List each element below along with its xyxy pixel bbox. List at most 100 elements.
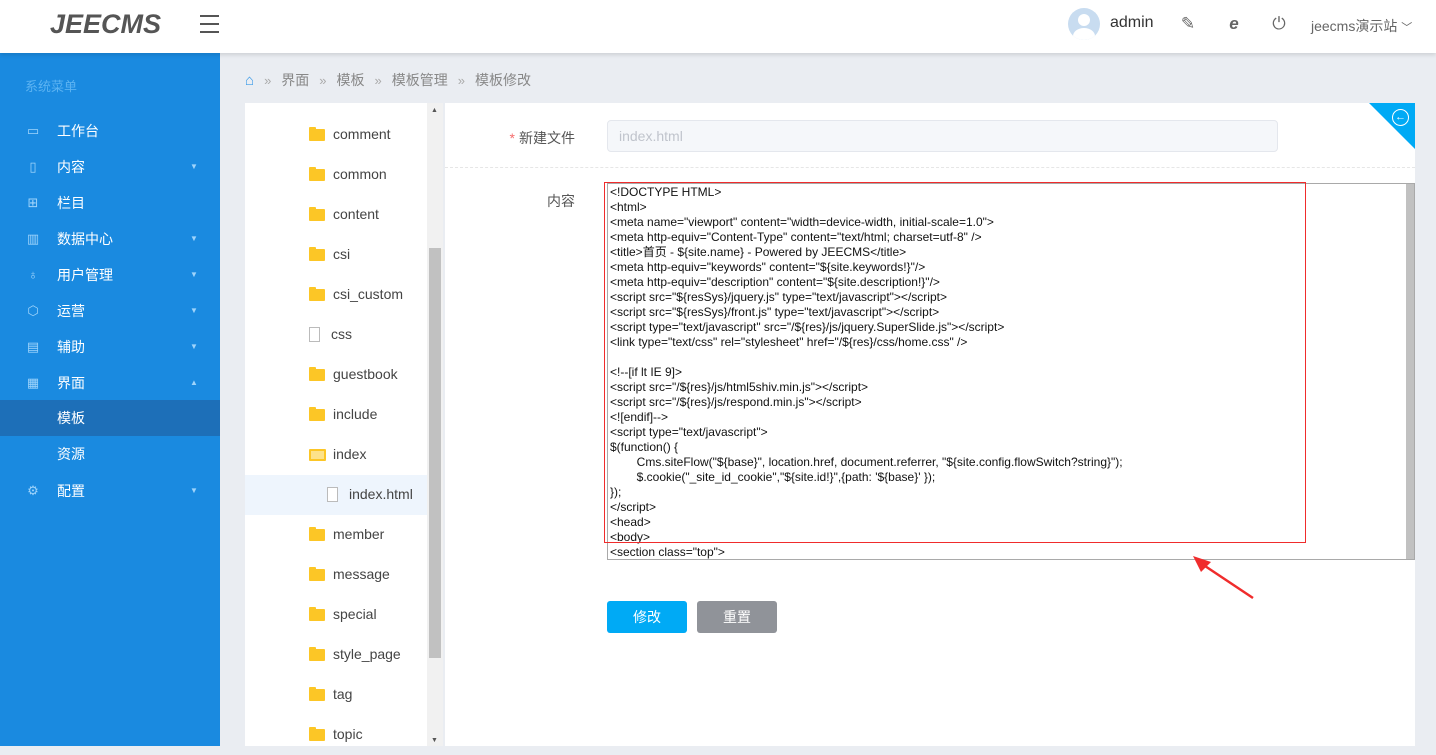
content-label: 内容 (547, 193, 575, 209)
tree-item-label: guestbook (333, 366, 398, 382)
divider (445, 167, 1415, 168)
breadcrumb: ⌂ » 界面 » 模板 » 模板管理 » 模板修改 (245, 70, 531, 90)
tree-item-label: csi (333, 246, 351, 262)
tree-item[interactable]: index (245, 435, 427, 475)
tree-item-label: message (333, 566, 390, 582)
username[interactable]: admin (1110, 14, 1154, 32)
sidebar-item[interactable]: ▯ 内容 ▼ (0, 149, 220, 185)
tree-item[interactable]: comment (245, 115, 427, 155)
back-arrow-icon[interactable]: ← (1392, 109, 1409, 126)
user-edit-icon[interactable]: ✎ (1178, 14, 1198, 34)
folder-icon (309, 687, 325, 701)
folder-open-icon (309, 449, 326, 461)
sidebar-item-label: 资源 (57, 446, 85, 462)
folder-icon (309, 127, 325, 141)
sidebar-item[interactable]: ⊞ 栏目 (0, 185, 220, 221)
breadcrumb-item[interactable]: 模板 (337, 70, 365, 90)
tree-item-label: index (333, 446, 367, 462)
folder-icon (309, 727, 325, 741)
tree-item[interactable]: csi (245, 235, 427, 275)
scroll-up-icon[interactable]: ▲ (431, 107, 438, 114)
filename-label: * 新建文件 (509, 130, 575, 146)
power-icon[interactable]: ⏻ (1269, 14, 1289, 34)
layout-icon: ▦ (26, 375, 40, 390)
tree-item[interactable]: style_page (245, 635, 427, 675)
browser-icon[interactable]: e (1224, 14, 1244, 34)
reset-button[interactable]: 重置 (697, 601, 777, 633)
tree-item[interactable]: guestbook (245, 355, 427, 395)
submit-button[interactable]: 修改 (607, 601, 687, 633)
chevron-down-icon: ﹀ (1401, 22, 1413, 34)
tree-item[interactable]: css (245, 315, 427, 355)
tree-item[interactable]: index.html (245, 475, 427, 515)
textarea-scrollbar[interactable] (1406, 184, 1414, 559)
home-icon[interactable]: ⌂ (245, 72, 254, 89)
annotation-arrow-icon (1193, 556, 1254, 600)
sidebar-item-label: 界面 (57, 375, 85, 391)
file-tree: comment common content csi csi_customcss gues… (245, 103, 443, 746)
sidebar-item-label: 配置 (57, 483, 85, 499)
tree-item[interactable]: include (245, 395, 427, 435)
breadcrumb-separator: » (374, 72, 382, 88)
filename-input[interactable] (607, 120, 1278, 152)
sidebar-item[interactable]: ⬡ 运营 ▼ (0, 293, 220, 329)
sidebar-item[interactable]: ♁ 用户管理 ▼ (0, 257, 220, 293)
sidebar-item[interactable]: ▥ 数据中心 ▼ (0, 221, 220, 257)
sidebar-item[interactable]: ▦ 界面 ▲ (0, 365, 220, 401)
monitor-icon: ▭ (26, 123, 40, 138)
sidebar-item[interactable]: ⚙ 配置 ▼ (0, 473, 220, 509)
folder-icon (309, 367, 325, 381)
tree-scrollbar[interactable]: ▲ ▼ (427, 103, 443, 746)
tree-item[interactable]: content (245, 195, 427, 235)
avatar[interactable] (1068, 8, 1100, 40)
box-icon: ▤ (26, 339, 40, 354)
breadcrumb-item[interactable]: 模板管理 (392, 70, 448, 90)
tree-item[interactable]: message (245, 555, 427, 595)
scroll-down-icon[interactable]: ▼ (431, 737, 438, 744)
folder-icon (309, 527, 325, 541)
sidebar-item-label: 用户管理 (57, 267, 113, 283)
folder-icon (309, 247, 325, 261)
folder-icon (309, 287, 325, 301)
tree-item-label: index.html (349, 486, 413, 502)
sidebar: 系统菜单 ▭ 工作台 ▯ 内容 ▼ ⊞ 栏目 ▥ 数据中心 ▼ ♁ 用户管理 ▼ ⬡ 运营 ▼ ▤ 辅助 ▼ ▦ 界面 ▲… (0, 53, 220, 746)
sidebar-item-label: 栏目 (57, 195, 85, 211)
caret-up-icon: ▲ (190, 378, 198, 387)
tree-item-label: csi_custom (333, 286, 404, 302)
tree-item-label: include (333, 406, 378, 422)
file-icon (309, 327, 320, 342)
user-icon: ♁ (28, 267, 38, 282)
tree-item[interactable]: topic (245, 715, 427, 755)
tree-item[interactable]: member (245, 515, 427, 555)
tree-item-label: member (333, 526, 385, 542)
tree-item[interactable]: tag (245, 675, 427, 715)
tree-item[interactable]: special (245, 595, 427, 635)
corner-badge[interactable] (1369, 103, 1415, 149)
tree-item-label: tag (333, 686, 353, 702)
folder-icon (309, 407, 325, 421)
caret-down-icon: ▼ (190, 486, 198, 495)
menu-toggle-icon[interactable] (200, 15, 219, 33)
sidebar-item-label: 模板 (57, 410, 85, 426)
shield-icon: ⬡ (27, 303, 39, 318)
scrollbar-thumb[interactable] (429, 248, 441, 658)
tree-item-label: common (333, 166, 387, 182)
tree-item-label: comment (333, 126, 391, 142)
folder-icon (309, 167, 325, 181)
breadcrumb-separator: » (319, 72, 327, 88)
breadcrumb-item[interactable]: 界面 (281, 70, 309, 90)
sidebar-item-label: 数据中心 (57, 231, 113, 247)
sidebar-item-label: 运营 (57, 303, 85, 319)
sidebar-item-label: 辅助 (57, 339, 85, 355)
gear-icon: ⚙ (27, 483, 39, 498)
folder-icon (309, 647, 325, 661)
tree-item[interactable]: common (245, 155, 427, 195)
caret-down-icon: ▼ (190, 234, 198, 243)
sidebar-item[interactable]: 模板 (0, 400, 220, 436)
sidebar-item[interactable]: ▤ 辅助 ▼ (0, 329, 220, 365)
tree-item-label: style_page (333, 646, 401, 662)
sidebar-item[interactable]: ▭ 工作台 (0, 113, 220, 149)
sidebar-item[interactable]: 资源 (0, 436, 220, 472)
site-selector[interactable]: jeecms演示站 ﹀ (1311, 16, 1412, 36)
tree-item[interactable]: csi_custom (245, 275, 427, 315)
